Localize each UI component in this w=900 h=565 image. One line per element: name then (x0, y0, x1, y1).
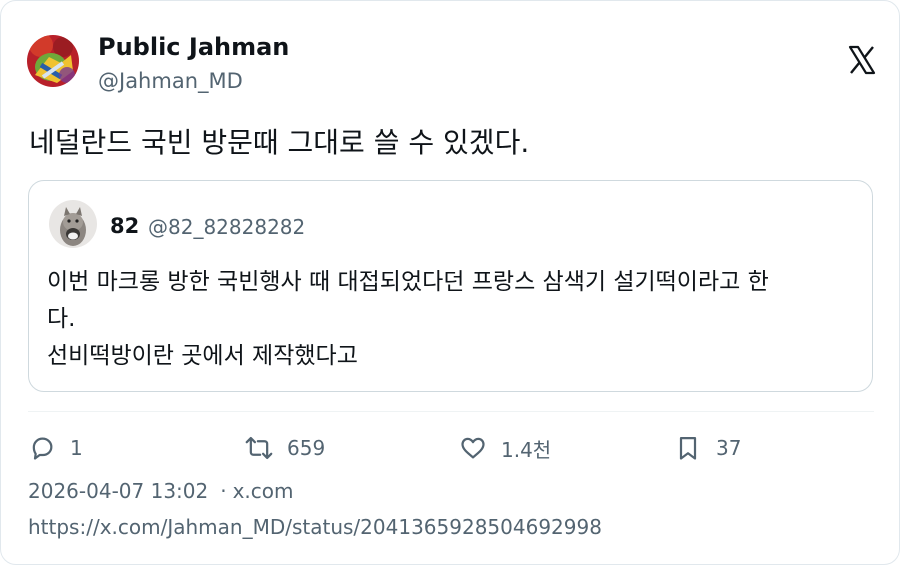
reply-icon (32, 437, 53, 460)
timestamp[interactable]: 2026-04-07 13:02 (28, 479, 208, 503)
quoted-text-line: 다. (47, 306, 76, 332)
quoted-tweet-text: 이번 마크롱 방한 국빈행사 때 대접되었다던 프랑스 삼색기 설기떡이라고 한… (47, 264, 859, 375)
bookmark-button[interactable]: 37 (674, 433, 741, 463)
like-button[interactable]: 1.4천 (459, 433, 551, 463)
quoted-text-line: 선비떡방이란 곳에서 제작했다고 (47, 343, 358, 369)
retweet-count: 659 (287, 436, 326, 460)
x-logo-icon[interactable] (848, 45, 876, 75)
author-handle[interactable]: @Jahman_MD (98, 69, 243, 93)
tweet-meta: 2026-04-07 13:02 · x.com (28, 479, 294, 503)
source-link[interactable]: x.com (233, 479, 294, 503)
heart-icon (461, 437, 485, 459)
reply-count: 1 (70, 436, 83, 460)
quoted-text-line: 이번 마크롱 방한 국빈행사 때 대접되었다던 프랑스 삼색기 설기떡이라고 한 (47, 269, 769, 295)
divider (28, 411, 874, 412)
author-avatar[interactable] (27, 35, 79, 87)
quoted-author-handle[interactable]: @82_82828282 (148, 215, 305, 239)
tweet-url[interactable]: https://x.com/Jahman_MD/status/204136592… (28, 515, 602, 539)
quoted-author-avatar[interactable] (49, 200, 97, 248)
like-count: 1.4천 (501, 437, 552, 462)
quoted-author-name[interactable]: 82 (110, 214, 139, 238)
bookmark-count: 37 (716, 436, 742, 460)
meta-separator: · (220, 479, 227, 503)
reply-button[interactable]: 1 (28, 433, 83, 463)
bookmark-icon (679, 436, 697, 460)
tweet-text: 네덜란드 국빈 방문때 그대로 쓸 수 있겠다. (29, 126, 530, 159)
tweet-card: Public Jahman @Jahman_MD 네덜란드 국빈 방문때 그대로… (0, 0, 900, 565)
quoted-tweet[interactable]: 82 @82_82828282 이번 마크롱 방한 국빈행사 때 대접되었다던 … (28, 180, 873, 392)
author-display-name[interactable]: Public Jahman (98, 33, 289, 61)
retweet-icon (245, 436, 273, 460)
retweet-button[interactable]: 659 (245, 433, 325, 463)
